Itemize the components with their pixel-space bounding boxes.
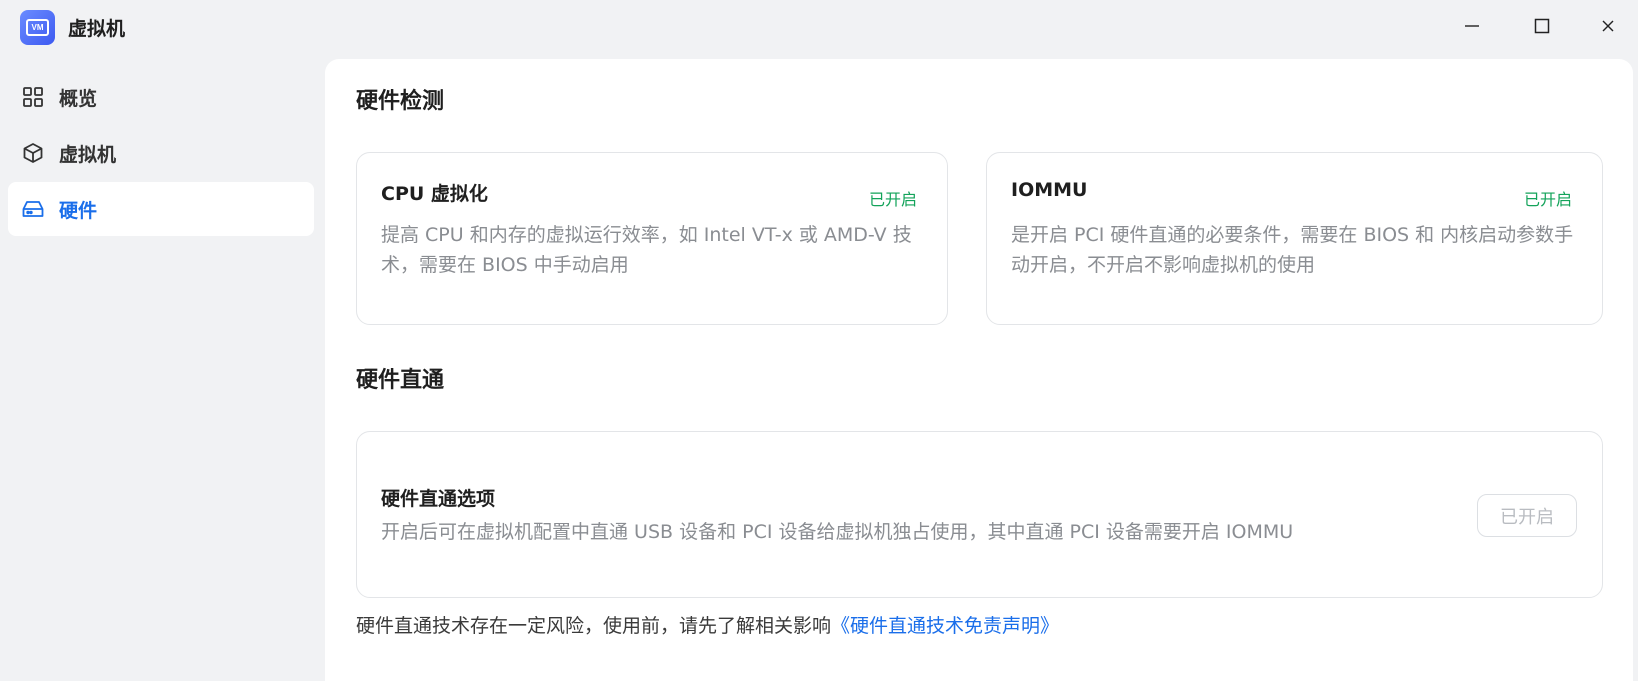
app-title: 虚拟机 <box>68 18 126 40</box>
passthrough-option-card: 硬件直通选项 开启后可在虚拟机配置中直通 USB 设备和 PCI 设备给虚拟机独… <box>356 431 1603 598</box>
sidebar-item-label: 虚拟机 <box>59 143 117 166</box>
card-title: CPU 虚拟化 <box>381 183 488 205</box>
minimize-button[interactable] <box>1460 14 1484 38</box>
close-icon <box>1602 20 1614 32</box>
risk-notice: 硬件直通技术存在一定风险，使用前，请先了解相关影响《硬件直通技术免责声明》 <box>356 611 1059 638</box>
maximize-button[interactable] <box>1530 14 1554 38</box>
sidebar-item-overview[interactable]: 概览 <box>8 70 314 124</box>
card-title: IOMMU <box>1011 179 1088 201</box>
sidebar-item-hardware[interactable]: 硬件 <box>8 182 314 236</box>
cpu-virtualization-card: CPU 虚拟化 已开启 提高 CPU 和内存的虚拟运行效率，如 Intel VT… <box>356 152 948 325</box>
drive-icon <box>21 197 45 221</box>
app-window: VM 虚拟机 概览 虚拟机 硬件 硬件检测 CPU 虚拟化 已开启 提高 CPU… <box>0 0 1638 681</box>
section-title-passthrough: 硬件直通 <box>356 368 445 393</box>
card-description: 是开启 PCI 硬件直通的必要条件，需要在 BIOS 和 内核启动参数手动开启，… <box>1011 224 1574 276</box>
maximize-icon <box>1534 18 1550 34</box>
sidebar-item-label: 概览 <box>59 87 98 110</box>
option-title: 硬件直通选项 <box>381 488 496 510</box>
option-description: 开启后可在虚拟机配置中直通 USB 设备和 PCI 设备给虚拟机独占使用，其中直… <box>381 521 1294 543</box>
title-bar: VM 虚拟机 <box>0 0 1638 54</box>
app-logo-text: VM <box>26 19 49 36</box>
status-badge: 已开启 <box>1523 190 1572 209</box>
grid-icon <box>21 85 45 109</box>
main-panel: 硬件检测 CPU 虚拟化 已开启 提高 CPU 和内存的虚拟运行效率，如 Int… <box>325 59 1633 681</box>
minimize-icon <box>1465 25 1479 27</box>
iommu-card: IOMMU 已开启 是开启 PCI 硬件直通的必要条件，需要在 BIOS 和 内… <box>986 152 1603 325</box>
cube-icon <box>21 141 45 165</box>
section-title-detection: 硬件检测 <box>356 89 445 114</box>
card-description: 提高 CPU 和内存的虚拟运行效率，如 Intel VT-x 或 AMD-V 技… <box>381 224 912 276</box>
passthrough-enabled-button[interactable]: 已开启 <box>1477 494 1577 537</box>
close-button[interactable] <box>1596 14 1620 38</box>
sidebar: 概览 虚拟机 硬件 <box>0 70 325 238</box>
risk-notice-text: 硬件直通技术存在一定风险，使用前，请先了解相关影响 <box>356 615 832 637</box>
app-logo-icon: VM <box>20 10 55 45</box>
status-badge: 已开启 <box>868 190 917 209</box>
disclaimer-link[interactable]: 《硬件直通技术免责声明》 <box>831 615 1059 637</box>
sidebar-item-label: 硬件 <box>59 199 98 222</box>
sidebar-item-virtual-machines[interactable]: 虚拟机 <box>8 126 314 180</box>
